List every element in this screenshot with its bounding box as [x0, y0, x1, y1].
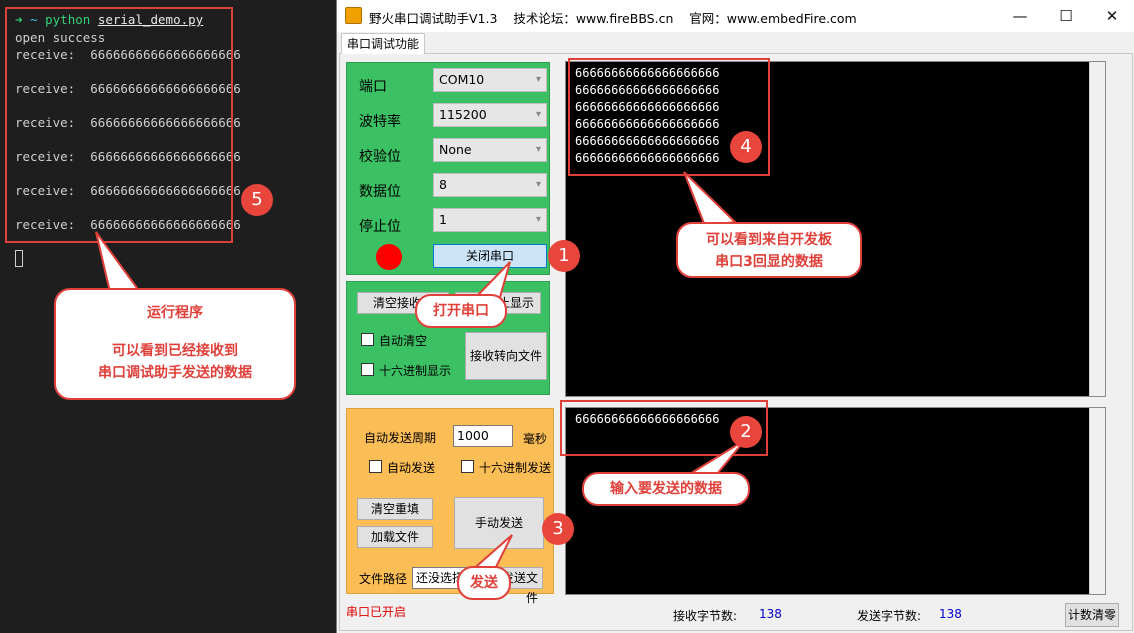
parity-select[interactable]: None ▾	[433, 138, 547, 162]
run-program-callout: 运行程序 可以看到已经接收到 串口调试助手发送的数据	[54, 288, 296, 400]
close-button[interactable]: ✕	[1089, 0, 1134, 32]
send-callout: 发送	[457, 566, 511, 600]
send-options-panel: 自动发送周期 1000 毫秒 自动发送 十六进制发送 清空重填 加载文件 手动发…	[346, 408, 554, 605]
tx-count-label: 发送字节数:	[857, 609, 922, 623]
window-title: 野火串口调试助手V1.3 技术论坛：www.fireBBS.cn 官网：www.…	[369, 11, 857, 26]
terminal-cursor	[15, 250, 23, 267]
databits-label: 数据位	[359, 184, 401, 200]
rx-count-value: 138	[759, 607, 782, 621]
hex-display-label: 十六进制显示	[379, 364, 452, 378]
chevron-down-icon: ▾	[535, 109, 541, 120]
period-label: 自动发送周期	[364, 431, 437, 445]
port-settings-panel: 端口 COM10 ▾ 波特率 115200 ▾ 校验位 None ▾ 数据位 8 ▾ 停…	[346, 62, 550, 275]
close-port-button[interactable]: 关闭串口	[433, 244, 547, 268]
port-label: 端口	[359, 79, 387, 95]
run-callout-line3: 串口调试助手发送的数据	[98, 365, 252, 381]
run-callout-line1: 运行程序	[147, 305, 203, 321]
stopbits-value: 1	[439, 212, 447, 227]
auto-send-checkbox[interactable]	[369, 460, 382, 473]
receive-area-line: 66666666666666666666	[575, 134, 720, 148]
auto-clear-label: 自动清空	[379, 334, 428, 348]
period-unit: 毫秒	[523, 432, 548, 446]
run-callout-line2: 可以看到已经接收到	[112, 343, 238, 359]
hex-send-checkbox[interactable]	[461, 460, 474, 473]
receive-area-line: 66666666666666666666	[575, 151, 720, 165]
input-data-callout: 输入要发送的数据	[582, 472, 750, 506]
terminal-highlight-box	[5, 7, 233, 243]
hex-display-checkbox[interactable]	[361, 363, 374, 376]
tab-serial-debug[interactable]: 串口调试功能	[341, 33, 426, 54]
step-4-badge: 4	[730, 131, 762, 163]
baud-value: 115200	[439, 107, 487, 122]
stopbits-label: 停止位	[359, 219, 401, 235]
chevron-down-icon: ▾	[535, 74, 541, 85]
step-2-badge: 2	[730, 416, 762, 448]
port-status-indicator	[376, 244, 402, 270]
reset-count-button[interactable]: 计数清零	[1065, 603, 1119, 627]
port-state-text: 串口已开启	[346, 605, 407, 619]
parity-value: None	[439, 142, 472, 157]
port-select[interactable]: COM10 ▾	[433, 68, 547, 92]
chevron-down-icon: ▾	[535, 179, 541, 190]
clear-refill-button[interactable]: 清空重填	[357, 498, 433, 520]
open-port-callout: 打开串口	[415, 294, 507, 328]
load-file-button[interactable]: 加载文件	[357, 526, 433, 548]
auto-send-label: 自动发送	[387, 461, 436, 475]
step-3-badge: 3	[542, 513, 574, 545]
manual-send-button[interactable]: 手动发送	[454, 497, 544, 549]
receive-scrollbar[interactable]	[1089, 62, 1105, 396]
send-scrollbar[interactable]	[1089, 408, 1105, 594]
chevron-down-icon: ▾	[535, 144, 541, 155]
databits-value: 8	[439, 177, 447, 192]
minimize-button[interactable]: —	[997, 0, 1043, 32]
port-value: COM10	[439, 72, 485, 87]
databits-select[interactable]: 8 ▾	[433, 173, 547, 197]
echo-callout: 可以看到来自开发板 串口3回显的数据	[676, 222, 862, 278]
receive-area-line: 66666666666666666666	[575, 83, 720, 97]
hex-send-label: 十六进制发送	[479, 461, 552, 475]
baud-label: 波特率	[359, 114, 401, 130]
run-callout-spacer	[56, 324, 294, 340]
rx-count-label: 接收字节数:	[673, 609, 738, 623]
send-text: 66666666666666666666	[575, 412, 720, 426]
auto-clear-checkbox[interactable]	[361, 333, 374, 346]
stopbits-select[interactable]: 1 ▾	[433, 208, 547, 232]
baud-select[interactable]: 115200 ▾	[433, 103, 547, 127]
echo-callout-line1: 可以看到来自开发板	[706, 232, 832, 248]
receive-area-line: 66666666666666666666	[575, 100, 720, 114]
app-icon	[345, 7, 362, 24]
receive-area-line: 66666666666666666666	[575, 117, 720, 131]
parity-label: 校验位	[359, 149, 401, 165]
step-1-badge: 1	[548, 240, 580, 272]
receive-to-file-button[interactable]: 接收转向文件	[465, 332, 547, 380]
echo-callout-line2: 串口3回显的数据	[715, 254, 823, 270]
maximize-button[interactable]: ☐	[1043, 0, 1089, 32]
receive-area-line: 66666666666666666666	[575, 66, 720, 80]
chevron-down-icon: ▾	[535, 214, 541, 225]
tx-count-value: 138	[939, 607, 962, 621]
file-path-label: 文件路径	[359, 572, 408, 586]
title-bar[interactable]: 野火串口调试助手V1.3 技术论坛：www.fireBBS.cn 官网：www.…	[337, 0, 1134, 32]
step-5-badge: 5	[241, 184, 273, 216]
screenshot-root: ➜ ~ python serial_demo.py open success r…	[0, 0, 1134, 633]
period-input[interactable]: 1000	[453, 425, 513, 447]
